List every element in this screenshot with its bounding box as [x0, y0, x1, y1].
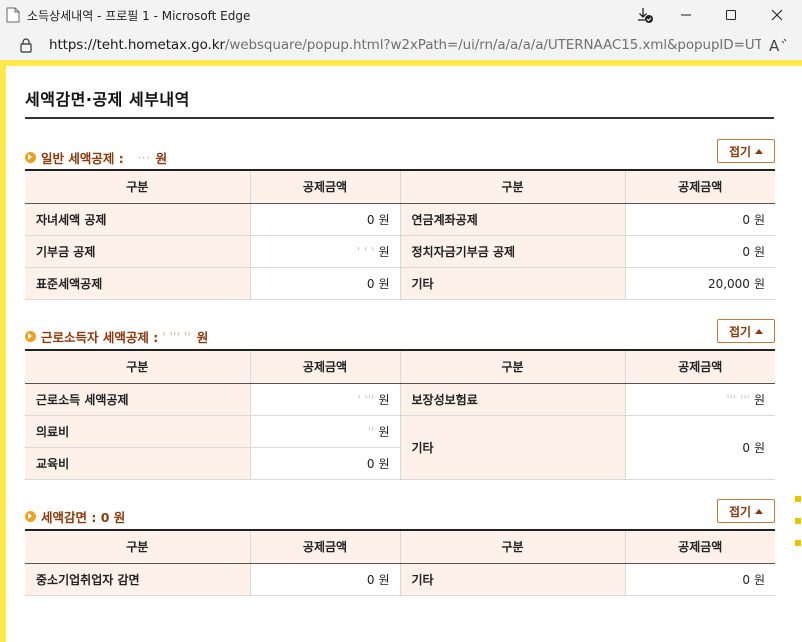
section-label: 세액감면 : 0 원 — [41, 509, 126, 525]
close-icon — [771, 9, 783, 21]
row-label: 기부금 공제 — [25, 235, 251, 268]
row-label: 표준세액공제 — [25, 267, 251, 300]
circle-arrow-bullet-icon — [25, 510, 36, 522]
download-icon — [636, 6, 654, 24]
column-header: 공제금액 — [625, 170, 775, 204]
download-button[interactable] — [622, 0, 668, 30]
row-label: 기타 — [400, 563, 626, 596]
row-label: 자녀세액 공제 — [25, 203, 251, 236]
triangle-up-icon — [755, 508, 764, 514]
fold-button-general[interactable]: 접기 — [717, 139, 775, 163]
circle-arrow-bullet-icon — [25, 151, 36, 163]
triangle-up-icon — [755, 148, 764, 154]
column-header: 공제금액 — [250, 530, 401, 564]
row-value: 20,000 원 — [625, 267, 775, 300]
table-header-row: 구분 공제금액 구분 공제금액 — [25, 170, 775, 204]
column-header: 공제금액 — [250, 170, 401, 204]
row-value: 0원 — [625, 203, 775, 236]
section-amount: ··· — [137, 149, 150, 165]
column-header: 공제금액 — [625, 530, 775, 564]
row-label: 중소기업취업자 감면 — [25, 563, 251, 596]
row-label: 기타 — [400, 415, 626, 480]
section-unit: 원 — [155, 150, 168, 166]
column-header: 구분 — [400, 350, 626, 384]
row-label: 연금계좌공제 — [400, 203, 626, 236]
fold-label: 접기 — [728, 324, 752, 339]
table-row: 자녀세액 공제 0원 연금계좌공제 0원 — [25, 203, 775, 236]
page-title: 세액감면·공제 세부내역 — [25, 90, 190, 109]
row-value: ''' ''' 원 — [625, 383, 775, 416]
section-label: 일반 세액공제 : — [41, 150, 124, 166]
section-unit: 원 — [196, 329, 209, 345]
row-label: 근로소득 세액공제 — [25, 383, 251, 416]
general-tax-credit-table: 구분 공제금액 구분 공제금액 자녀세액 공제 0원 연금계좌공제 0원 기부금… — [25, 169, 775, 300]
row-label: 보장성보험료 — [400, 383, 626, 416]
popup-content: 세액감면·공제 세부내역 일반 세액공제 : ··· 원 접기 구분 공제금액 … — [6, 66, 794, 642]
column-header: 구분 — [25, 530, 251, 564]
table-row: 표준세액공제 0원 기타 20,000 원 — [25, 267, 775, 300]
popup-frame: 세액감면·공제 세부내역 일반 세액공제 : ··· 원 접기 구분 공제금액 … — [0, 60, 802, 642]
section-general-tax-credit-header: 일반 세액공제 : ··· 원 — [25, 147, 167, 167]
fold-label: 접기 — [728, 504, 752, 519]
section-tax-reduction-header: 세액감면 : 0 원 — [25, 506, 125, 526]
table-row: 근로소득 세액공제 ' ''' 원 보장성보험료 ''' ''' 원 — [25, 383, 775, 416]
row-value: 0원 — [625, 235, 775, 268]
section-label: 근로소득자 세액공제 : — [41, 329, 159, 345]
row-value: 0원 — [625, 563, 775, 596]
fold-label: 접기 — [728, 144, 752, 159]
address-bar[interactable]: https://teht.hometax.go.kr/websquare/pop… — [0, 30, 802, 60]
column-header: 공제금액 — [250, 350, 401, 384]
column-header: 구분 — [25, 350, 251, 384]
section-amount: ' ''' '' — [162, 328, 191, 344]
title-divider — [25, 117, 774, 119]
column-header: 구분 — [400, 530, 626, 564]
read-aloud-icon[interactable]: A — [768, 36, 788, 58]
row-value: 0원 — [625, 415, 775, 480]
table-row: 기부금 공제 ' ' ' 원 정치자금기부금 공제 0원 — [25, 235, 775, 268]
row-label: 정치자금기부금 공제 — [400, 235, 626, 268]
row-value: ' ''' 원 — [250, 383, 401, 416]
minimize-button[interactable] — [663, 0, 709, 30]
table-header-row: 구분 공제금액 구분 공제금액 — [25, 350, 775, 384]
maximize-button[interactable] — [708, 0, 754, 30]
table-header-row: 구분 공제금액 구분 공제금액 — [25, 530, 775, 564]
triangle-up-icon — [755, 328, 764, 334]
close-button[interactable] — [754, 0, 800, 30]
svg-text:A: A — [769, 37, 780, 54]
row-value: ' ' ' 원 — [250, 235, 401, 268]
row-value: 0원 — [250, 203, 401, 236]
edge-page-icon — [6, 7, 20, 23]
tax-reduction-table: 구분 공제금액 구분 공제금액 중소기업취업자 감면 0원 기타 0원 — [25, 529, 775, 596]
row-label: 기타 — [400, 267, 626, 300]
row-label: 교육비 — [25, 447, 251, 480]
row-label: 의료비 — [25, 415, 251, 448]
url-text[interactable]: https://teht.hometax.go.kr/websquare/pop… — [49, 37, 761, 53]
column-header: 구분 — [25, 170, 251, 204]
window-titlebar: 소득상세내역 - 프로필 1 - Microsoft Edge — [0, 0, 802, 30]
fold-button-earned-income[interactable]: 접기 — [717, 319, 775, 343]
earned-income-credit-table: 구분 공제금액 구분 공제금액 근로소득 세액공제 ' ''' 원 보장성보험료 … — [25, 349, 775, 480]
row-value: '' 원 — [250, 415, 401, 448]
column-header: 공제금액 — [625, 350, 775, 384]
column-header: 구분 — [400, 170, 626, 204]
scrollbar-track[interactable] — [794, 66, 802, 642]
table-row: 중소기업취업자 감면 0원 기타 0원 — [25, 563, 775, 596]
row-value: 0원 — [250, 447, 401, 480]
row-value: 0원 — [250, 267, 401, 300]
lock-icon[interactable] — [19, 37, 33, 57]
table-row: 의료비 '' 원 기타 0원 — [25, 415, 775, 480]
window-title: 소득상세내역 - 프로필 1 - Microsoft Edge — [27, 9, 251, 23]
row-value: 0원 — [250, 563, 401, 596]
maximize-icon — [725, 9, 737, 21]
fold-button-tax-reduction[interactable]: 접기 — [717, 499, 775, 523]
minimize-icon — [680, 9, 692, 21]
section-earned-income-credit-header: 근로소득자 세액공제 : ' ''' '' 원 — [25, 326, 208, 346]
circle-arrow-bullet-icon — [25, 330, 36, 342]
